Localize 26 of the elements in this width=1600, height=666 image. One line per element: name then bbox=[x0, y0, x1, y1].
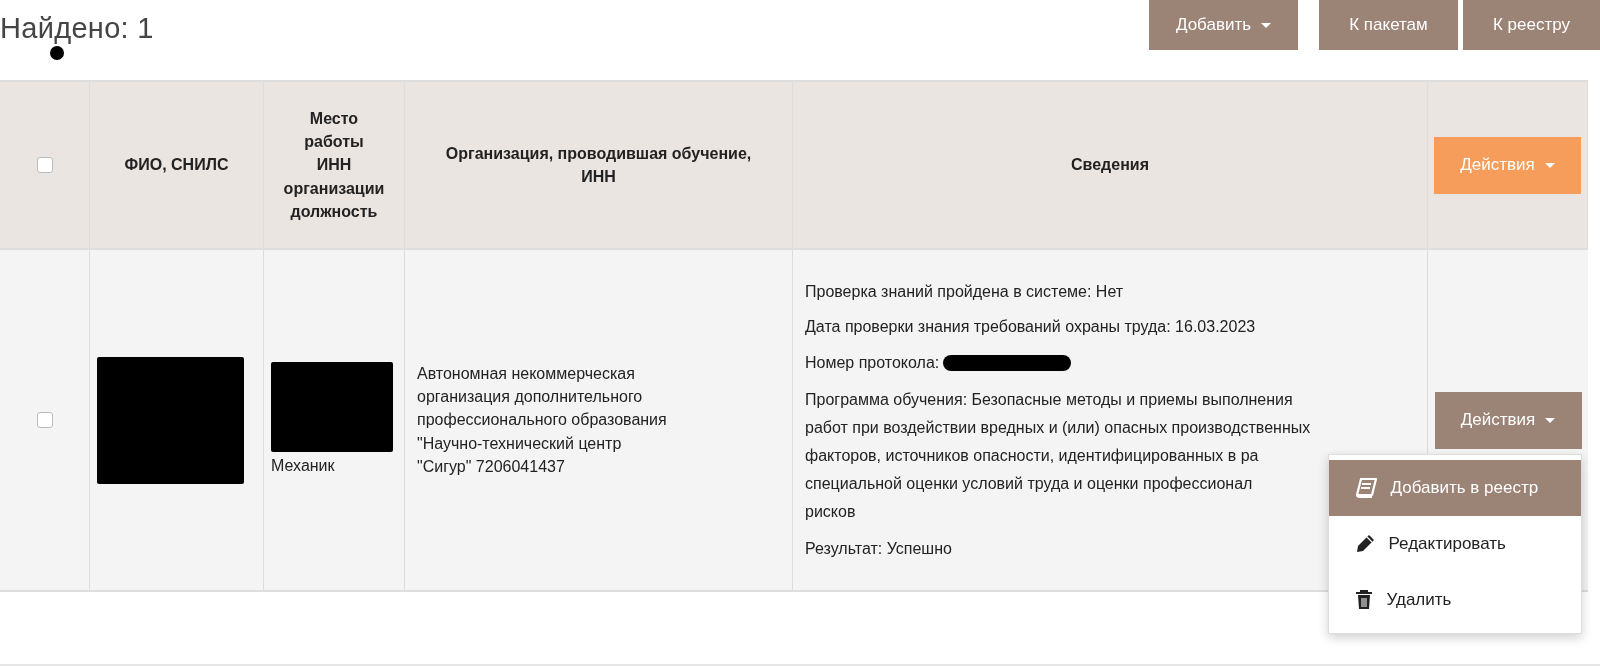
detail-text: Дата проверки знания требований охраны труда: 16.03.2023 bbox=[805, 317, 1256, 338]
detail-text: Результат: Успешно bbox=[805, 538, 952, 559]
column-header: Сведения bbox=[1071, 155, 1149, 176]
pencil-icon bbox=[1354, 533, 1375, 554]
book-icon bbox=[1354, 477, 1377, 498]
results-count: Найдено: 1 bbox=[0, 12, 154, 44]
job-title: Механик bbox=[271, 456, 335, 477]
column-header: ФИО, СНИЛС bbox=[124, 155, 229, 176]
menu-item[interactable]: Редактировать bbox=[1328, 515, 1581, 572]
toolbar-button[interactable]: К реестру bbox=[1463, 0, 1600, 50]
actions-button[interactable]: Действия bbox=[1434, 136, 1581, 194]
program-text: Программа обучения: Безопасные методы и приемы выполнения работ при воздействии вредных и (или) опасных производственных факторов, источников опасности, идентифицированных в ра специальной оценки условий труда и оценки профессионал рисков bbox=[805, 389, 1311, 522]
menu-item[interactable]: Добавить в реестр bbox=[1328, 459, 1581, 516]
actions-button[interactable]: Действия bbox=[1434, 391, 1582, 449]
column-header: Место работы ИНН организации должность bbox=[283, 109, 385, 222]
dot-icon bbox=[50, 46, 64, 60]
detail-text: Номер протокола: bbox=[805, 353, 940, 373]
toolbar-button[interactable]: Добавить bbox=[1149, 0, 1298, 50]
column-header: Организация, проводившая обучение, ИНН bbox=[445, 143, 752, 187]
organization-text: Автономная некоммерческая организация дополнительного профессионального образования "Научно-технический центр "Сигур" 7206041437 bbox=[417, 364, 668, 477]
toolbar-button[interactable]: К пакетам bbox=[1319, 0, 1458, 50]
checkbox[interactable] bbox=[36, 157, 53, 173]
detail-text: Проверка знаний пройдена в системе: Нет bbox=[805, 281, 1124, 302]
menu-item[interactable]: Удалить bbox=[1328, 571, 1581, 628]
checkbox[interactable] bbox=[36, 412, 53, 428]
trash-icon bbox=[1354, 589, 1373, 610]
